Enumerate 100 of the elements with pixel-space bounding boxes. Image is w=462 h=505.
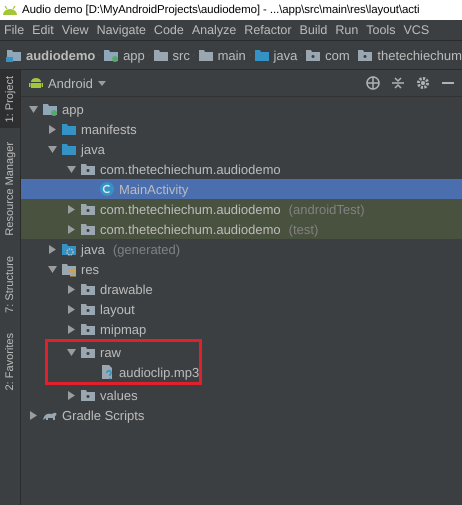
menu-item[interactable]: Code (154, 23, 184, 37)
settings-icon[interactable] (416, 76, 430, 90)
folder-icon (61, 121, 77, 137)
collapsed-arrow-icon[interactable] (48, 244, 57, 254)
tree-item-label: layout (100, 302, 135, 316)
package-icon (80, 221, 96, 237)
menu-item[interactable]: Edit (32, 23, 54, 37)
crosshair-icon[interactable] (366, 76, 380, 90)
caret-icon (98, 80, 106, 86)
breadcrumb-item[interactable]: audiodemo (26, 48, 96, 62)
menu-item[interactable]: Analyze (192, 23, 236, 37)
tree-item-suffix: (generated) (112, 242, 180, 256)
tree-row[interactable]: java (generated) (21, 239, 462, 259)
menu-item[interactable]: VCS (403, 23, 430, 37)
tree-row[interactable]: drawable (21, 279, 462, 299)
tree-item-suffix: (test) (288, 222, 318, 236)
tree-item-label: raw (100, 344, 121, 360)
tree-row[interactable]: layout (21, 299, 462, 319)
tree-item-label: drawable (100, 282, 153, 296)
tree-row[interactable]: res (21, 259, 462, 279)
unknown-file-icon (99, 364, 115, 380)
breadcrumb-item[interactable]: com (325, 48, 350, 62)
android-icon (29, 76, 43, 90)
tree-item-label: java (81, 242, 105, 256)
menu-item[interactable]: Build (300, 23, 328, 37)
generated-folder-icon (61, 241, 77, 257)
package-icon (80, 281, 96, 297)
expanded-arrow-icon[interactable] (48, 144, 57, 154)
folder-icon (61, 141, 77, 157)
tree-row[interactable]: com.thetechiechum.audiodemo (androidTest) (21, 199, 462, 219)
tree-row[interactable]: audioclip.mp3 (21, 362, 200, 382)
package-icon (80, 321, 96, 337)
tree-item-label: manifests (81, 122, 137, 136)
breadcrumb-item[interactable]: java (274, 48, 298, 62)
tree-item-label: com.thetechiechum.audiodemo (100, 222, 281, 236)
tree-item-label: values (100, 388, 138, 402)
tree-item-label: com.thetechiechum.audiodemo (100, 162, 281, 176)
side-tab[interactable]: Resource Manager (0, 136, 20, 242)
package-icon (80, 344, 96, 360)
tree-item-label: audioclip.mp3 (119, 364, 200, 380)
menu-item[interactable]: File (4, 23, 24, 37)
view-dropdown[interactable]: Android (29, 76, 106, 90)
collapsed-arrow-icon[interactable] (67, 284, 76, 294)
breadcrumb-item[interactable]: thetechiechum (377, 48, 462, 62)
breadcrumb-item[interactable]: main (218, 48, 246, 62)
package-icon (80, 301, 96, 317)
breadcrumb-item[interactable]: src (172, 48, 190, 62)
tree-item-label: com.thetechiechum.audiodemo (100, 202, 281, 216)
collapsed-arrow-icon[interactable] (67, 324, 76, 334)
package-icon (80, 387, 96, 403)
collapsed-arrow-icon[interactable] (67, 224, 76, 234)
expanded-arrow-icon[interactable] (67, 348, 76, 356)
tree-item-suffix: (androidTest) (288, 202, 365, 216)
tree-row[interactable]: manifests (21, 119, 462, 139)
menu-item[interactable]: View (62, 23, 89, 37)
tree-item-label: java (81, 142, 105, 156)
module-folder-icon (103, 47, 120, 63)
side-tab[interactable]: 2: Favorites (0, 326, 20, 396)
breadcrumb-item[interactable]: app (123, 48, 145, 62)
android-icon (2, 4, 18, 16)
package-icon (80, 201, 96, 217)
package-icon (80, 161, 96, 177)
menu-item[interactable]: Run (335, 23, 358, 37)
tree-row[interactable]: mipmap (21, 319, 462, 339)
class-icon (99, 181, 115, 197)
module-folder-icon (42, 101, 58, 117)
menu-item[interactable]: Navigate (96, 23, 146, 37)
tree-row[interactable]: com.thetechiechum.audiodemo (test) (21, 219, 462, 239)
tree-row[interactable]: java (21, 139, 462, 159)
window-title: Audio demo [D:\MyAndroidProjects\audiodemo] - ...\app\src\main\res\layout\acti (22, 4, 420, 16)
tree-row[interactable]: raw (21, 342, 200, 362)
package-icon (305, 47, 322, 63)
tree-item-label: MainActivity (119, 182, 188, 196)
collapse-all-icon[interactable] (392, 76, 404, 90)
collapsed-arrow-icon[interactable] (67, 304, 76, 314)
tree-row[interactable]: values (21, 385, 462, 405)
collapsed-arrow-icon[interactable] (48, 124, 57, 134)
collapsed-arrow-icon[interactable] (29, 410, 38, 420)
collapsed-arrow-icon[interactable] (67, 204, 76, 214)
tree-item-label: app (62, 102, 84, 116)
side-tab[interactable]: 7: Structure (0, 250, 20, 319)
menu-item[interactable]: Refactor (244, 23, 292, 37)
tree-item-label: Gradle Scripts (62, 408, 144, 422)
folder-icon (152, 47, 169, 63)
folder-icon (198, 47, 214, 63)
tree-row[interactable]: com.thetechiechum.audiodemo (21, 159, 462, 179)
expanded-arrow-icon[interactable] (29, 104, 38, 114)
collapsed-arrow-icon[interactable] (67, 390, 76, 400)
expanded-arrow-icon[interactable] (67, 164, 76, 174)
project-folder-icon (6, 47, 22, 63)
menu-item[interactable]: Tools (366, 23, 396, 37)
side-tab[interactable]: 1: Project (0, 70, 20, 128)
expanded-arrow-icon[interactable] (48, 264, 57, 274)
tree-item-label: res (81, 262, 100, 276)
tree-item-label: mipmap (100, 322, 146, 336)
tree-row[interactable]: Gradle Scripts (21, 405, 462, 425)
tree-row[interactable]: app (21, 99, 462, 119)
resource-folder-icon (61, 261, 77, 277)
package-icon (357, 47, 374, 63)
folder-icon (254, 47, 270, 63)
